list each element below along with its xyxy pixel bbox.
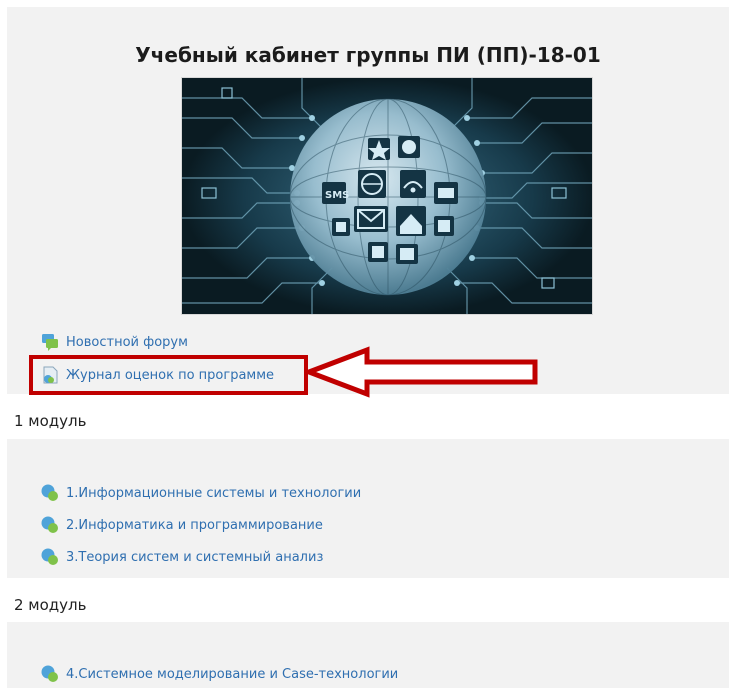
annotation-highlight-box [29,355,308,395]
list-item[interactable]: 2.Информатика и программирование [40,515,323,535]
section-title-module-1: 1 модуль [14,412,87,430]
lesson-icon [40,515,60,535]
course-header-panel: Учебный кабинет группы ПИ (ПП)-18-01 SMS… [7,7,729,394]
annotation-arrow-icon [305,346,538,398]
section-title-module-2: 2 модуль [14,596,87,614]
lesson-icon [40,547,60,567]
list-item-label: 3.Теория систем и системный анализ [66,549,324,565]
section-2-panel: 4.Системное моделирование и Case-техноло… [7,622,729,688]
list-item[interactable]: 1.Информационные системы и технологии [40,483,361,503]
list-item[interactable]: 4.Системное моделирование и Case-техноло… [40,664,398,684]
list-item-label: 2.Информатика и программирование [66,517,323,533]
banner-sms-text: SMS [325,190,349,201]
section-1-panel: 1.Информационные системы и технологии 2.… [7,439,729,578]
list-item[interactable]: 3.Теория систем и системный анализ [40,547,323,567]
forum-icon [40,332,60,352]
news-forum-link[interactable]: Новостной форум [40,332,188,352]
list-item-label: 4.Системное моделирование и Case-техноло… [66,666,399,682]
course-title: Учебный кабинет группы ПИ (ПП)-18-01 [135,43,601,67]
news-forum-label: Новостной форум [66,334,188,350]
course-banner-image: SMS [181,77,593,315]
list-item-label: 1.Информационные системы и технологии [66,485,362,501]
lesson-icon [40,664,60,684]
lesson-icon [40,483,60,503]
